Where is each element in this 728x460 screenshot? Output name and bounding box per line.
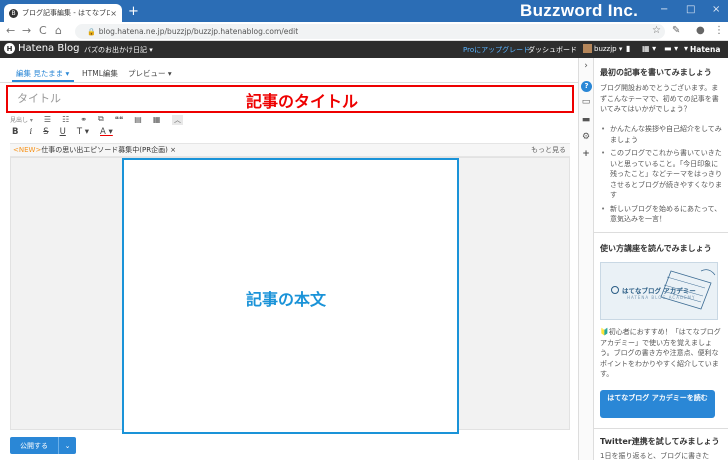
forward-icon[interactable]: → (22, 24, 31, 38)
minimize-button[interactable]: − (660, 4, 668, 15)
list-item: 新しいブログを始めるにあたって、意気込みを一言！ (600, 204, 722, 225)
tab-close-icon[interactable]: × (110, 9, 117, 18)
bookmark-icon[interactable]: ▮ (626, 44, 630, 53)
bullet-list-icon[interactable]: ☰ (44, 115, 51, 124)
lock-icon: 🔒 (87, 28, 96, 36)
add-icon[interactable]: + (580, 149, 592, 159)
academy-subtitle: HATENA BLOG ACADEMY (627, 295, 696, 300)
list-item: かんたんな挨拶や自己紹介をしてみましょう (600, 124, 722, 145)
strikethrough-button[interactable]: S (43, 127, 48, 137)
underline-button[interactable]: U (60, 127, 66, 137)
avatar (583, 44, 592, 53)
tab-html-edit[interactable]: HTML編集 (82, 68, 118, 79)
folder-icon[interactable]: ▬ (580, 115, 592, 125)
numbered-list-icon[interactable]: ☷ (62, 115, 69, 124)
url-text: blog.hatena.ne.jp/buzzjp/buzzjp.hatenabl… (98, 27, 299, 36)
format-toolbar-row1: 見出し ▾ ☰ ☷ ⚭ ⧉ ❝❝ ▤ ▦ ⋯ (10, 114, 179, 124)
ticker-text[interactable]: 仕事の思い出エピソード募集中(PR企画) × (41, 146, 176, 154)
academy-read-button[interactable]: はてなブログ アカデミーを読む (600, 390, 715, 418)
bold-button[interactable]: B (12, 127, 18, 137)
academy-text: 🔰初心者におすすめ！「はてなブログ アカデミー」で使い方を覚えましょう。ブログの… (600, 328, 721, 378)
brand-watermark: Buzzword Inc. (520, 1, 639, 20)
first-article-tips: かんたんな挨拶や自己紹介をしてみましょう このブログでこれから書いていきたいと思… (600, 124, 722, 228)
new-badge: <NEW> (13, 146, 42, 154)
maximize-button[interactable]: □ (686, 4, 695, 15)
hatena-favicon-icon: B (9, 8, 18, 18)
hatena-academy-logo-icon (611, 286, 619, 294)
notification-icon[interactable]: ▬ ▾ (664, 44, 678, 53)
url-field[interactable]: 🔒 blog.hatena.ne.jp/buzzjp/buzzjp.hatenab… (75, 24, 665, 39)
collapse-panel-icon[interactable]: › (580, 61, 592, 71)
italic-button[interactable]: i (29, 127, 32, 137)
blog-name-dropdown[interactable]: バズのお出かけ日記 ▾ (84, 45, 153, 55)
hatena-blog-logo[interactable]: H Hatena Blog (4, 43, 79, 54)
tab-preview[interactable]: プレビュー ▾ (128, 68, 172, 79)
extension-icon[interactable]: ✎ (672, 24, 680, 38)
tab-edit-wysiwyg[interactable]: 編集 見たまま ▾ (16, 68, 69, 79)
dashboard-link[interactable]: ダッシュボード (528, 45, 577, 55)
close-window-button[interactable]: × (712, 4, 720, 15)
tab-title: ブログ記事編集 - はてなブログ (22, 9, 111, 17)
hatena-logo-icon: H (4, 43, 15, 54)
publish-button-group: 公開する ⌄ (10, 437, 76, 454)
panel-divider (594, 232, 728, 233)
settings-gear-icon[interactable]: ⚙ (580, 132, 592, 142)
quote-icon[interactable]: ❝❝ (115, 115, 124, 124)
publish-button[interactable]: 公開する (10, 441, 58, 451)
twitter-text: 1日を振り返ると、ブログに書きた (600, 452, 710, 460)
news-ticker[interactable]: <NEW>仕事の思い出エピソード募集中(PR企画) × もっと見る (10, 143, 570, 157)
apps-icon[interactable]: ▦ ▾ (642, 44, 656, 53)
academy-heading: 使い方講座を読んでみましょう (600, 244, 712, 253)
text-color-button[interactable]: A ▾ (100, 127, 113, 137)
panel-divider (594, 428, 728, 429)
table-icon[interactable]: ▤ (134, 115, 142, 124)
user-menu[interactable]: buzzjp ▾ (583, 44, 622, 53)
more-menu-icon[interactable]: ▾ (684, 44, 688, 53)
heading-select[interactable]: 見出し ▾ (10, 115, 33, 124)
first-article-text: ブログ開設おめでとうございます。まずこんなテーマで、初めての記事を書いてみてはい… (600, 84, 719, 113)
browser-tab[interactable]: B ブログ記事編集 - はてなブログ × (4, 4, 122, 22)
active-tab-indicator (12, 80, 74, 82)
title-annotation-label: 記事のタイトル (246, 92, 359, 111)
academy-name: はてなブログ アカデミー (611, 285, 696, 295)
reload-icon[interactable]: C (39, 24, 47, 38)
grid-icon[interactable]: ▦ (153, 115, 161, 124)
publish-options-chevron-icon[interactable]: ⌄ (58, 437, 76, 454)
user-name: buzzjp ▾ (594, 44, 623, 53)
logo-text: Hatena Blog (18, 43, 80, 54)
collapse-toolbar-button[interactable]: ︿ (172, 115, 183, 125)
link-icon[interactable]: ⚭ (80, 115, 87, 124)
format-toolbar-row2: B i S U T ▾ A ▾ (12, 127, 113, 137)
browser-menu-icon[interactable]: ⋮ (714, 24, 724, 38)
list-item: このブログでこれから書いていきたいと思っていること。「今日印象に残ったこと」など… (600, 148, 722, 201)
bookmark-star-icon[interactable]: ☆ (652, 24, 661, 38)
new-tab-button[interactable]: + (128, 4, 139, 20)
first-article-heading: 最初の記事を書いてみましょう (600, 68, 712, 77)
account-icon[interactable]: ● (696, 24, 705, 38)
home-icon[interactable]: ⌂ (55, 24, 62, 38)
embed-icon[interactable]: ⧉ (98, 114, 104, 124)
hatena-right-logo[interactable]: Hatena (690, 45, 720, 54)
academy-banner-image[interactable]: はてなブログ アカデミー HATENA BLOG ACADEMY (600, 262, 718, 320)
help-icon[interactable]: ? (581, 81, 592, 92)
body-annotation-label: 記事の本文 (246, 290, 327, 309)
back-icon[interactable]: ← (6, 24, 15, 38)
twitter-heading: Twitter連携を試してみましょう (600, 437, 720, 446)
pro-upgrade-link[interactable]: Proにアップグレード (463, 45, 530, 55)
ticker-more-link[interactable]: もっと見る (531, 144, 566, 157)
font-size-button[interactable]: T ▾ (77, 127, 89, 137)
chat-icon[interactable]: ▭ (580, 97, 592, 107)
